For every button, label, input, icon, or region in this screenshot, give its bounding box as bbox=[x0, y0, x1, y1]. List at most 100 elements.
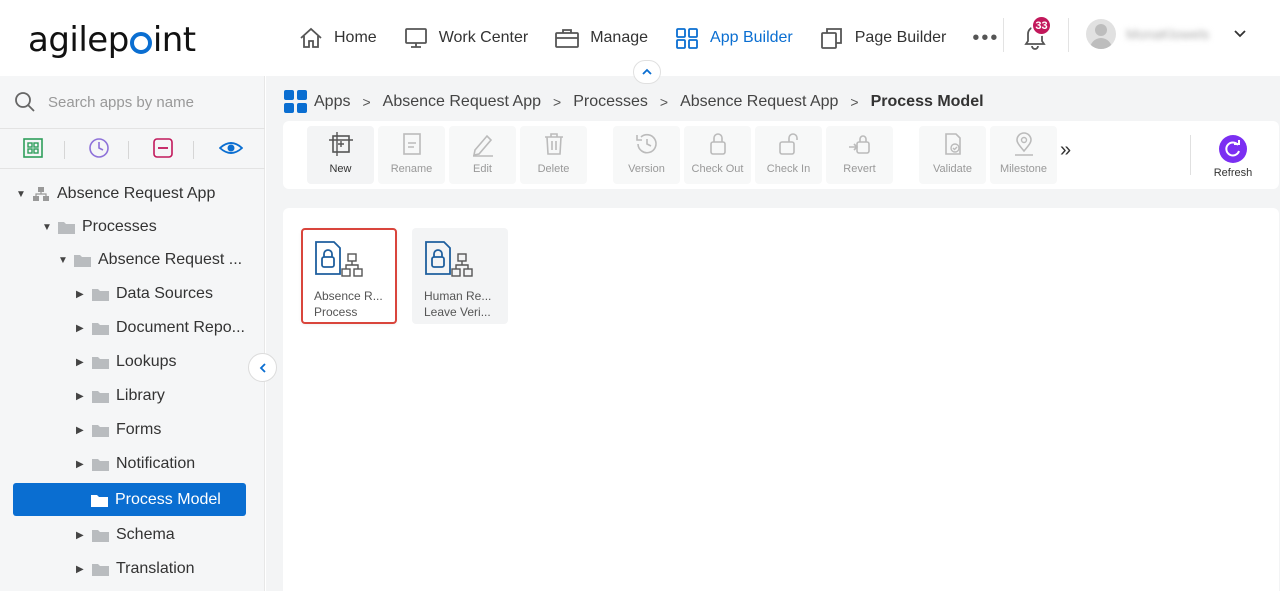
tree-item-label: Document Repo... bbox=[116, 319, 245, 336]
folder-icon bbox=[92, 289, 109, 301]
chevron-right-icon: > bbox=[850, 93, 859, 110]
revert-button[interactable]: Revert bbox=[826, 126, 893, 184]
trash-icon bbox=[544, 133, 563, 155]
tree-item-translation[interactable]: ▶ Translation bbox=[76, 556, 195, 582]
collapse-header-button[interactable] bbox=[633, 60, 661, 84]
validate-button[interactable]: Validate bbox=[919, 126, 986, 184]
lock-icon bbox=[709, 133, 726, 155]
card-label: Human Re... Leave Veri... bbox=[424, 289, 492, 319]
user-icon bbox=[1090, 24, 1112, 49]
filter-collapse-button[interactable] bbox=[152, 137, 174, 164]
version-button[interactable]: Version bbox=[613, 126, 680, 184]
new-button[interactable]: New bbox=[307, 126, 374, 184]
tree-item-data-sources[interactable]: ▶ Data Sources bbox=[76, 281, 213, 307]
folder-icon bbox=[92, 459, 109, 471]
folder-icon bbox=[92, 391, 109, 403]
caret-right-icon: ▶ bbox=[76, 458, 84, 470]
nav-work-center[interactable]: Work Center bbox=[403, 26, 529, 50]
header-divider bbox=[1003, 18, 1004, 52]
tree-item-lookups[interactable]: ▶ Lookups bbox=[76, 349, 177, 375]
search-input[interactable] bbox=[48, 93, 248, 111]
folder-icon bbox=[92, 323, 109, 335]
nav-page-builder[interactable]: Page Builder bbox=[819, 26, 946, 50]
more-tools-button[interactable]: » bbox=[1060, 139, 1071, 162]
minus-box-icon bbox=[153, 138, 173, 158]
caret-down-icon: ▼ bbox=[58, 254, 68, 266]
locked-process-icon bbox=[315, 241, 363, 277]
breadcrumb-processes[interactable]: Processes bbox=[573, 93, 648, 111]
nav-app-builder[interactable]: App Builder bbox=[674, 26, 793, 50]
delete-button[interactable]: Delete bbox=[520, 126, 587, 184]
revert-icon bbox=[848, 135, 870, 154]
tree-item-label: Lookups bbox=[116, 353, 177, 370]
refresh-icon bbox=[1219, 135, 1247, 163]
caret-right-icon: ▶ bbox=[76, 288, 84, 300]
new-icon bbox=[328, 132, 353, 156]
version-label: Version bbox=[628, 163, 665, 175]
process-card[interactable]: Absence R... Process bbox=[301, 228, 397, 324]
more-nav-button[interactable]: ••• bbox=[972, 27, 999, 50]
agilepoint-logo[interactable]: agilep int bbox=[28, 20, 196, 60]
refresh-button[interactable]: Refresh bbox=[1203, 135, 1263, 179]
filter-view-button[interactable] bbox=[218, 137, 244, 164]
caret-right-icon: ▶ bbox=[76, 529, 84, 541]
caret-right-icon: ▶ bbox=[76, 356, 84, 368]
rename-icon bbox=[402, 133, 421, 155]
nav-work-center-label: Work Center bbox=[438, 29, 529, 46]
tree-item-app-root[interactable]: ▼ Absence Request App bbox=[16, 181, 215, 207]
tree-item-notification[interactable]: ▶ Notification bbox=[76, 451, 195, 477]
briefcase-icon bbox=[555, 29, 580, 48]
tree-item-label: Processes bbox=[82, 218, 157, 235]
milestone-button[interactable]: Milestone bbox=[990, 126, 1057, 184]
card-label: Absence R... Process bbox=[314, 289, 383, 319]
tree-item-library[interactable]: ▶ Library bbox=[76, 383, 165, 409]
tree-item-process-app[interactable]: ▼ Absence Request ... bbox=[58, 247, 242, 273]
nav-manage[interactable]: Manage bbox=[554, 26, 648, 50]
check-in-label: Check In bbox=[766, 163, 811, 175]
folder-icon bbox=[92, 530, 109, 542]
tree-item-document-repo[interactable]: ▶ Document Repo... bbox=[76, 315, 245, 341]
tree-item-processes[interactable]: ▼ Processes bbox=[42, 214, 157, 240]
filter-apps-button[interactable] bbox=[22, 137, 44, 164]
process-card[interactable]: Human Re... Leave Veri... bbox=[412, 228, 508, 324]
notification-badge: 33 bbox=[1031, 15, 1052, 36]
folder-icon bbox=[92, 425, 109, 437]
caret-right-icon: ▶ bbox=[76, 390, 84, 402]
check-in-button[interactable]: Check In bbox=[755, 126, 822, 184]
chevron-up-icon bbox=[642, 68, 652, 75]
search-icon bbox=[15, 92, 35, 112]
tree-item-forms[interactable]: ▶ Forms bbox=[76, 417, 161, 443]
rename-button[interactable]: Rename bbox=[378, 126, 445, 184]
collapse-sidebar-button[interactable] bbox=[248, 353, 277, 382]
user-name: MonaKlowels bbox=[1126, 26, 1210, 42]
rename-label: Rename bbox=[390, 163, 433, 175]
nav-manage-label: Manage bbox=[590, 29, 649, 46]
grid-icon bbox=[676, 28, 698, 49]
edit-button[interactable]: Edit bbox=[449, 126, 516, 184]
monitor-icon bbox=[404, 28, 427, 48]
nav-home[interactable]: Home bbox=[298, 26, 377, 50]
nav-app-builder-label: App Builder bbox=[710, 29, 793, 46]
filter-divider bbox=[128, 141, 129, 159]
chevron-left-icon bbox=[259, 362, 266, 373]
delete-label: Delete bbox=[537, 163, 570, 175]
header-divider bbox=[1068, 18, 1069, 52]
main-content: Apps > Absence Request App > Processes >… bbox=[266, 76, 1280, 591]
breadcrumb-apps[interactable]: Apps bbox=[314, 93, 350, 111]
breadcrumb-process-app[interactable]: Absence Request App bbox=[680, 93, 838, 111]
chevron-right-icon: > bbox=[362, 93, 371, 110]
user-menu[interactable]: MonaKlowels bbox=[1086, 19, 1248, 49]
breadcrumb-app[interactable]: Absence Request App bbox=[383, 93, 541, 111]
chevron-down-icon bbox=[1234, 30, 1246, 38]
tree-item-process-model[interactable]: Process Model bbox=[13, 483, 246, 516]
check-out-button[interactable]: Check Out bbox=[684, 126, 751, 184]
avatar bbox=[1086, 19, 1116, 49]
app-search bbox=[0, 76, 265, 129]
new-label: New bbox=[329, 163, 352, 175]
check-out-label: Check Out bbox=[691, 163, 744, 175]
tree-item-schema[interactable]: ▶ Schema bbox=[76, 522, 175, 548]
chevron-right-icon: > bbox=[659, 93, 669, 110]
breadcrumb-current: Process Model bbox=[870, 92, 984, 110]
filter-recent-button[interactable] bbox=[88, 137, 110, 164]
folder-icon bbox=[58, 222, 75, 234]
